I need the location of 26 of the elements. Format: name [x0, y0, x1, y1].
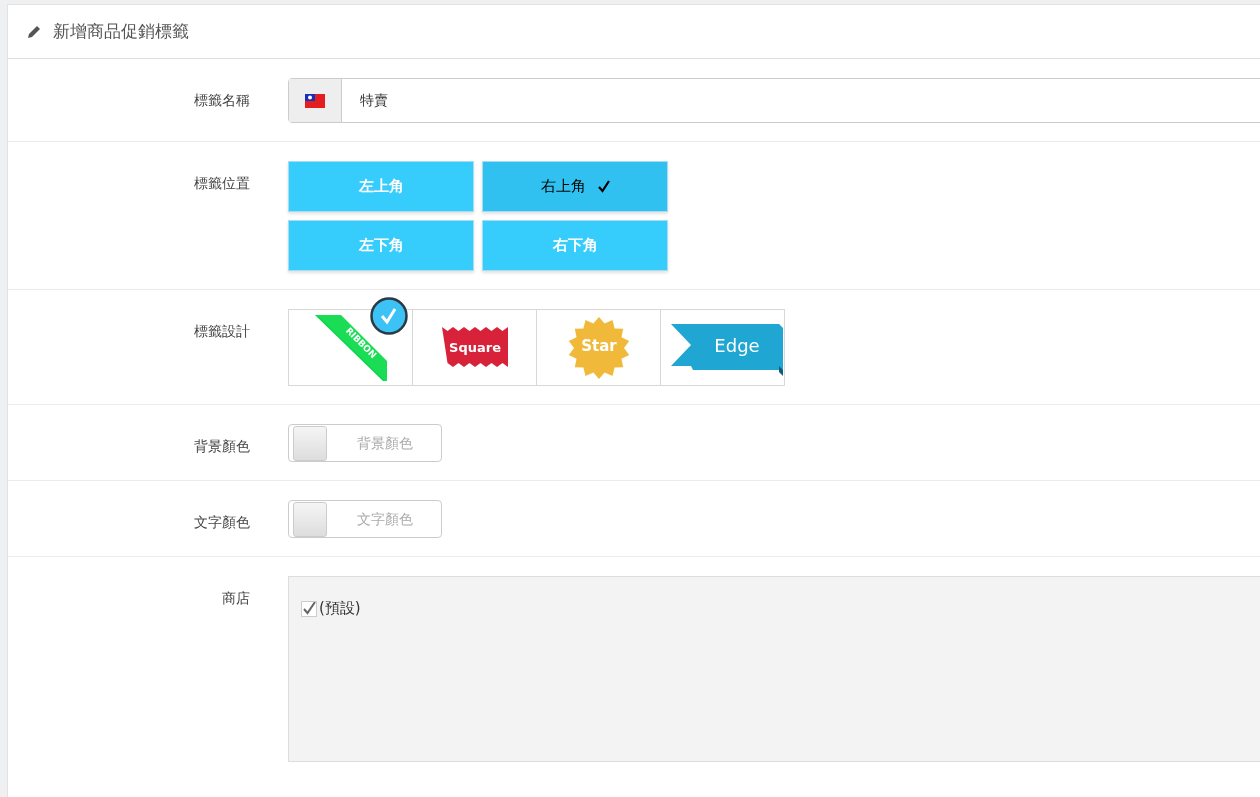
field-label: 標籤設計: [194, 323, 250, 339]
field-label: 商店: [222, 590, 250, 606]
color-field[interactable]: 文字顏色: [288, 500, 442, 538]
checkbox[interactable]: [301, 600, 317, 617]
field-label: 文字顏色: [194, 514, 250, 530]
design-option[interactable]: Star: [536, 309, 661, 386]
position-option[interactable]: 右下角: [482, 220, 668, 271]
panel-title: 新增商品促銷標籤: [53, 20, 189, 43]
color-field[interactable]: 背景顏色: [288, 424, 442, 462]
language-addon[interactable]: [289, 79, 342, 122]
pencil-icon: [27, 24, 41, 39]
field-label: 背景顏色: [194, 438, 250, 454]
design-option[interactable]: Edge: [660, 309, 785, 386]
design-option[interactable]: Square: [412, 309, 537, 386]
check-icon: [597, 180, 610, 193]
position-option[interactable]: 左下角: [288, 220, 474, 271]
star-badge: Star: [566, 315, 631, 380]
flag-icon: [305, 93, 325, 108]
position-option[interactable]: 左上角: [288, 161, 474, 212]
square-badge: Square: [439, 326, 510, 369]
field-label: 標籤名稱: [194, 92, 250, 108]
position-option[interactable]: 右上角: [482, 161, 668, 212]
checkbox-label: (預設): [319, 599, 361, 618]
color-swatch[interactable]: [293, 425, 327, 461]
color-swatch[interactable]: [293, 501, 327, 537]
field-label: 標籤位置: [194, 175, 250, 191]
